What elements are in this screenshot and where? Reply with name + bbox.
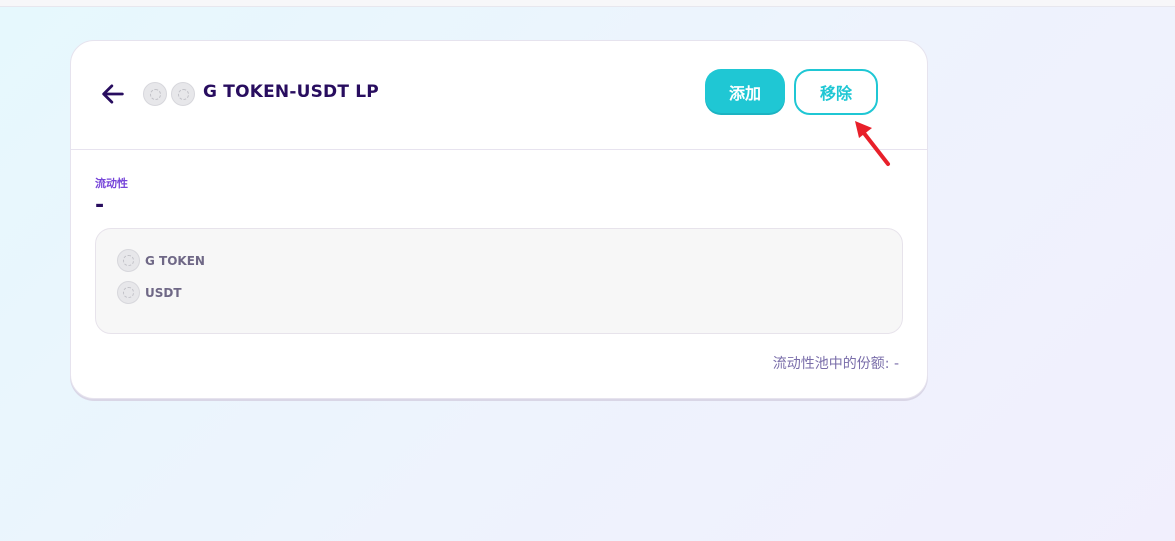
liquidity-label: 流动性	[95, 177, 128, 190]
add-liquidity-button[interactable]: 添加	[705, 69, 785, 115]
token-placeholder-icon	[117, 281, 140, 304]
token-name: G TOKEN	[145, 253, 205, 268]
token-placeholder-icon	[171, 82, 195, 106]
pair-title: G TOKEN-USDT LP	[203, 82, 379, 102]
token-list: G TOKEN USDT	[95, 228, 903, 334]
liquidity-value: -	[95, 193, 105, 218]
token-placeholder-icon	[143, 82, 167, 106]
position-card: G TOKEN-USDT LP 添加 移除 流动性 - G TOKEN USDT…	[70, 40, 928, 399]
card-header: G TOKEN-USDT LP 添加 移除	[71, 41, 927, 150]
pool-share-text: 流动性池中的份额: -	[772, 356, 899, 372]
token-placeholder-icon	[117, 249, 140, 272]
annotation-arrow-icon	[855, 121, 890, 166]
list-item: USDT	[117, 281, 182, 304]
top-bar	[0, 0, 1175, 7]
back-arrow-icon[interactable]	[99, 80, 127, 108]
list-item: G TOKEN	[117, 249, 205, 272]
token-name: USDT	[145, 285, 182, 300]
remove-liquidity-button[interactable]: 移除	[794, 69, 878, 115]
